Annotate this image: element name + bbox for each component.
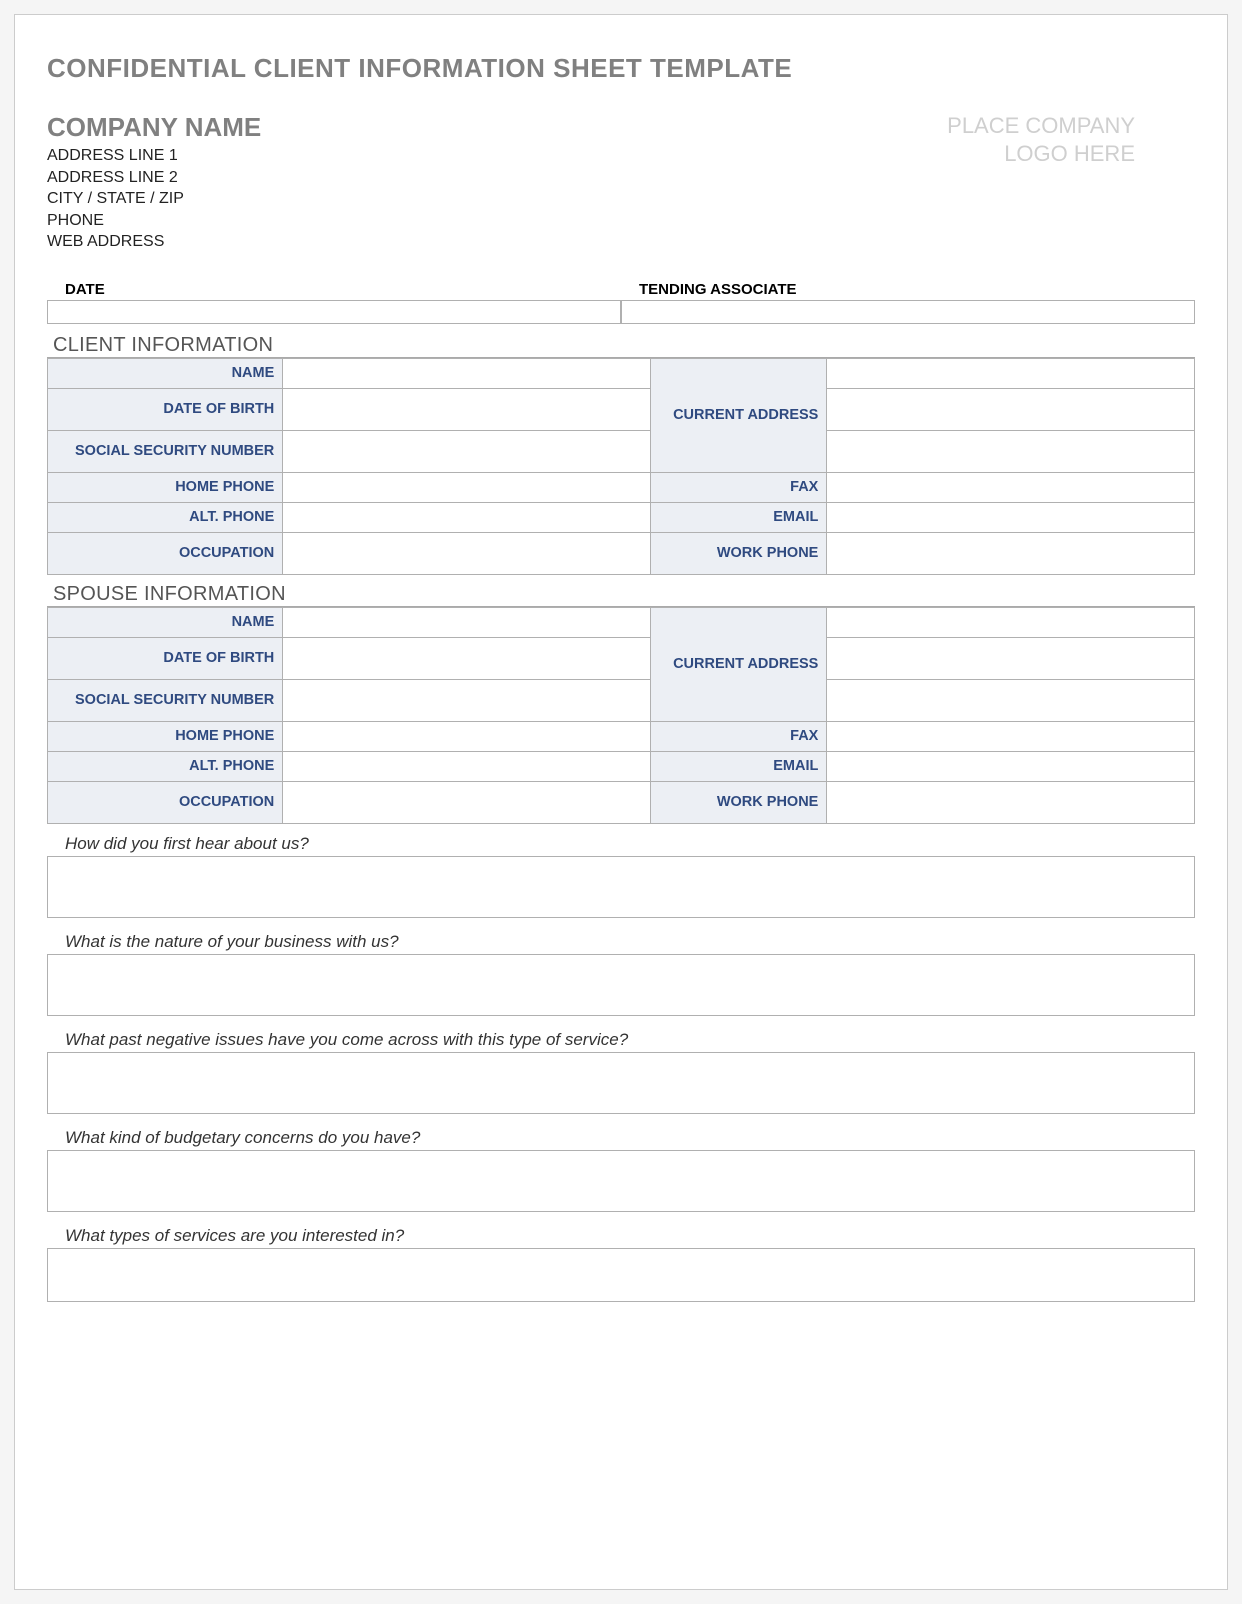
label-client-ssn: SOCIAL SECURITY NUMBER [48,430,283,472]
input-client-work-phone[interactable] [827,532,1195,574]
label-client-dob: DATE OF BIRTH [48,388,283,430]
label-spouse-dob: DATE OF BIRTH [48,637,283,679]
question-5-label: What types of services are you intereste… [47,1226,1195,1248]
city-state-zip: CITY / STATE / ZIP [47,188,261,210]
input-client-name[interactable] [283,358,651,388]
question-1-label: How did you first hear about us? [47,834,1195,856]
address-line-2: ADDRESS LINE 2 [47,167,261,189]
header-row: COMPANY NAME ADDRESS LINE 1 ADDRESS LINE… [47,112,1195,253]
logo-placeholder-line1: PLACE COMPANY [947,112,1135,140]
address-line-1: ADDRESS LINE 1 [47,145,261,167]
input-spouse-address-3[interactable] [827,679,1195,721]
document-title: CONFIDENTIAL CLIENT INFORMATION SHEET TE… [47,53,1195,84]
label-client-email: EMAIL [650,502,826,532]
input-client-address-2[interactable] [827,388,1195,430]
input-spouse-occupation[interactable] [283,781,651,823]
input-spouse-alt-phone[interactable] [283,751,651,781]
input-spouse-email[interactable] [827,751,1195,781]
logo-placeholder: PLACE COMPANY LOGO HERE [947,112,1195,167]
spouse-info-table: NAME CURRENT ADDRESS DATE OF BIRTH SOCIA… [47,607,1195,824]
input-client-address-3[interactable] [827,430,1195,472]
input-spouse-address-2[interactable] [827,637,1195,679]
label-spouse-current-address: CURRENT ADDRESS [650,607,826,721]
client-info-section-title: CLIENT INFORMATION [47,334,1195,358]
tending-associate-label: TENDING ASSOCIATE [621,281,1195,300]
input-client-alt-phone[interactable] [283,502,651,532]
input-spouse-dob[interactable] [283,637,651,679]
date-label: DATE [47,281,621,300]
input-client-email[interactable] [827,502,1195,532]
question-4-input[interactable] [47,1150,1195,1212]
date-associate-row: DATE TENDING ASSOCIATE [47,281,1195,324]
spouse-info-section-title: SPOUSE INFORMATION [47,583,1195,607]
label-spouse-name: NAME [48,607,283,637]
question-5-input[interactable] [47,1248,1195,1302]
label-client-home-phone: HOME PHONE [48,472,283,502]
company-web: WEB ADDRESS [47,231,261,253]
label-client-fax: FAX [650,472,826,502]
label-client-alt-phone: ALT. PHONE [48,502,283,532]
question-2-input[interactable] [47,954,1195,1016]
question-2-label: What is the nature of your business with… [47,932,1195,954]
question-1-input[interactable] [47,856,1195,918]
question-3-input[interactable] [47,1052,1195,1114]
input-client-dob[interactable] [283,388,651,430]
label-spouse-fax: FAX [650,721,826,751]
input-client-address-1[interactable] [827,358,1195,388]
company-phone: PHONE [47,210,261,232]
input-spouse-fax[interactable] [827,721,1195,751]
company-block: COMPANY NAME ADDRESS LINE 1 ADDRESS LINE… [47,112,261,253]
logo-placeholder-line2: LOGO HERE [947,140,1135,168]
label-client-work-phone: WORK PHONE [650,532,826,574]
input-spouse-ssn[interactable] [283,679,651,721]
input-client-home-phone[interactable] [283,472,651,502]
input-client-fax[interactable] [827,472,1195,502]
tending-associate-input[interactable] [621,300,1195,324]
input-spouse-home-phone[interactable] [283,721,651,751]
date-input[interactable] [47,300,621,324]
label-spouse-email: EMAIL [650,751,826,781]
label-spouse-occupation: OCCUPATION [48,781,283,823]
label-client-occupation: OCCUPATION [48,532,283,574]
questions-block: How did you first hear about us? What is… [47,834,1195,1302]
label-client-name: NAME [48,358,283,388]
label-spouse-alt-phone: ALT. PHONE [48,751,283,781]
label-client-current-address: CURRENT ADDRESS [650,358,826,472]
label-spouse-ssn: SOCIAL SECURITY NUMBER [48,679,283,721]
client-info-table: NAME CURRENT ADDRESS DATE OF BIRTH SOCIA… [47,358,1195,575]
input-client-occupation[interactable] [283,532,651,574]
input-spouse-work-phone[interactable] [827,781,1195,823]
question-3-label: What past negative issues have you come … [47,1030,1195,1052]
company-name: COMPANY NAME [47,112,261,143]
input-spouse-name[interactable] [283,607,651,637]
document-page: CONFIDENTIAL CLIENT INFORMATION SHEET TE… [14,14,1228,1590]
label-spouse-home-phone: HOME PHONE [48,721,283,751]
label-spouse-work-phone: WORK PHONE [650,781,826,823]
input-spouse-address-1[interactable] [827,607,1195,637]
input-client-ssn[interactable] [283,430,651,472]
question-4-label: What kind of budgetary concerns do you h… [47,1128,1195,1150]
